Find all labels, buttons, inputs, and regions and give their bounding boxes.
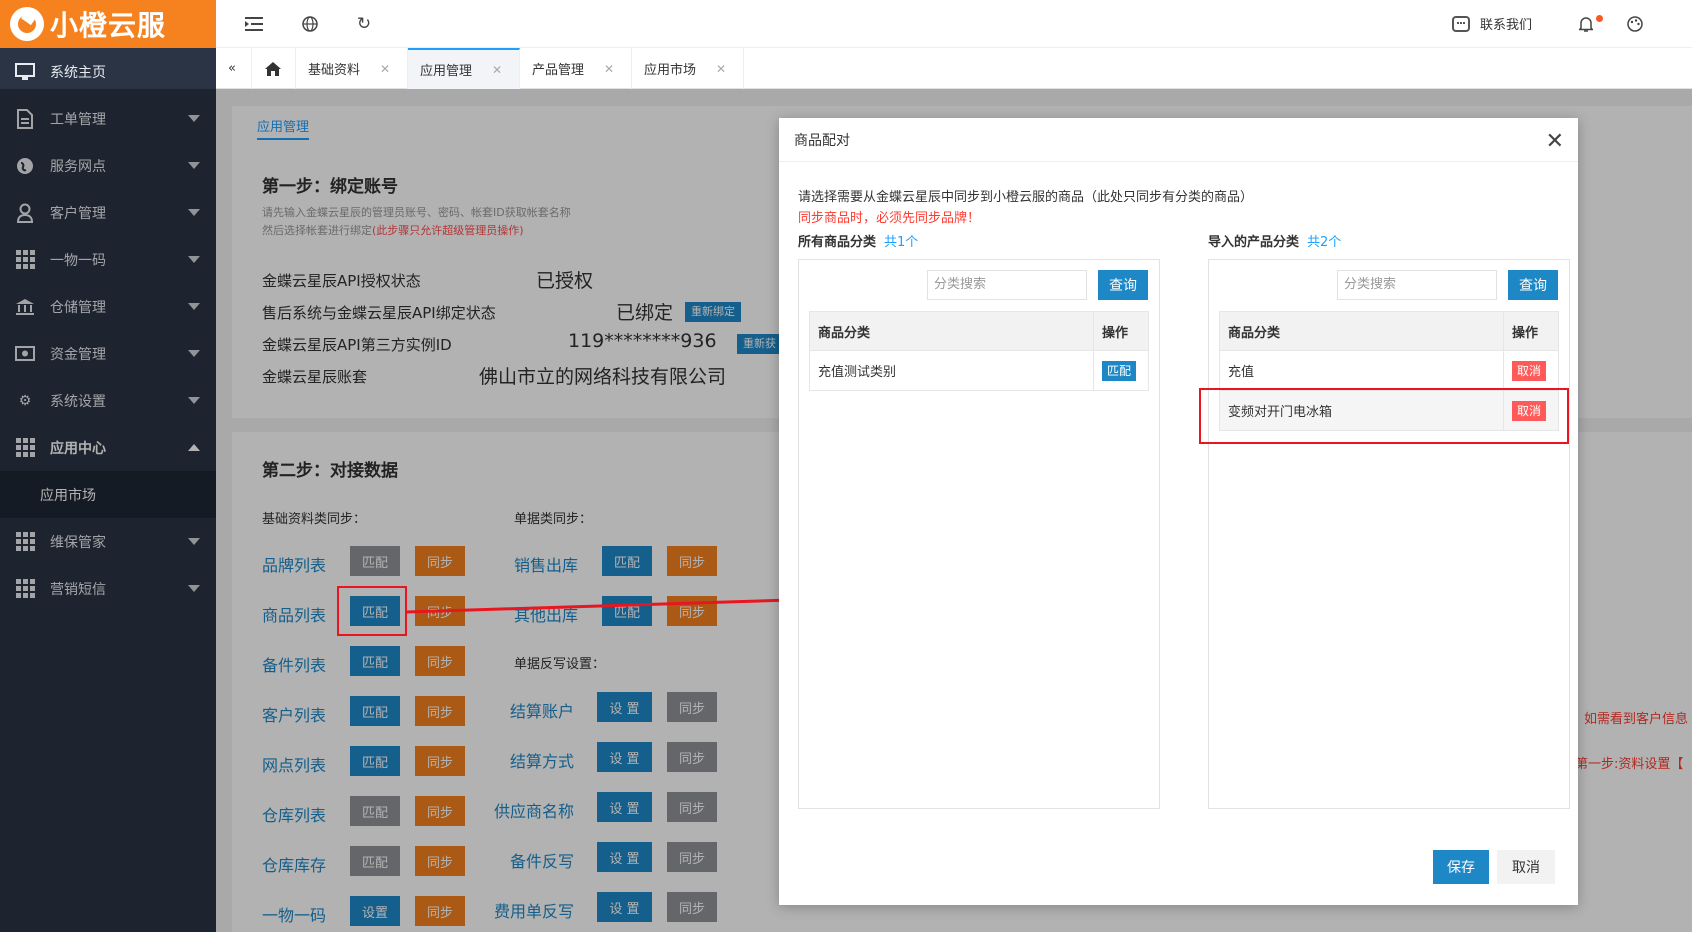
category-count: 共2个 xyxy=(1307,235,1342,250)
close-icon[interactable]: ✕ xyxy=(1546,129,1564,154)
all-categories-table: 商品分类 操作 充值测试类别 匹配 xyxy=(809,311,1149,391)
table-row: 充值测试类别 匹配 xyxy=(809,350,1149,391)
column-header: 商品分类 xyxy=(809,311,1094,351)
imported-categories-panel: 分类搜索 查询 商品分类 操作 充值 取消 变频对开门电冰箱 取消 xyxy=(1208,259,1570,809)
all-categories-panel: 分类搜索 查询 商品分类 操作 充值测试类别 匹配 xyxy=(798,259,1160,809)
dialog-warning: 同步商品时，必须先同步品牌！ xyxy=(798,211,981,226)
category-search-input[interactable]: 分类搜索 xyxy=(927,270,1087,300)
match-button[interactable]: 匹配 xyxy=(1102,360,1137,381)
dialog-title: 商品配对 xyxy=(794,132,850,149)
section-title: 导入的产品分类 xyxy=(1208,235,1300,250)
save-button[interactable]: 保存 xyxy=(1433,850,1489,884)
column-header: 商品分类 xyxy=(1219,311,1504,351)
category-name: 充值 xyxy=(1219,350,1504,391)
table-row: 充值 取消 xyxy=(1219,350,1559,391)
category-count: 共1个 xyxy=(884,235,919,250)
category-search-input[interactable]: 分类搜索 xyxy=(1337,270,1497,300)
cancel-button[interactable]: 取消 xyxy=(1497,850,1555,884)
column-header: 操作 xyxy=(1093,311,1149,351)
section-title: 所有商品分类 xyxy=(798,235,877,250)
imported-categories-title: 导入的产品分类 共2个 xyxy=(1208,231,1341,250)
query-button[interactable]: 查询 xyxy=(1508,270,1558,300)
column-header: 操作 xyxy=(1503,311,1559,351)
query-button[interactable]: 查询 xyxy=(1098,270,1148,300)
category-name: 充值测试类别 xyxy=(809,350,1094,391)
dialog-description: 请选择需要从金蝶云星辰中同步到小橙云服的商品（此处只同步有分类的商品） xyxy=(798,190,1254,205)
product-pairing-dialog: 商品配对 ✕ 请选择需要从金蝶云星辰中同步到小橙云服的商品（此处只同步有分类的商… xyxy=(779,118,1578,905)
all-categories-title: 所有商品分类 共1个 xyxy=(798,231,918,250)
dialog-header: 商品配对 xyxy=(779,118,1578,162)
highlight-box xyxy=(1199,388,1569,444)
cancel-match-button[interactable]: 取消 xyxy=(1512,360,1547,381)
